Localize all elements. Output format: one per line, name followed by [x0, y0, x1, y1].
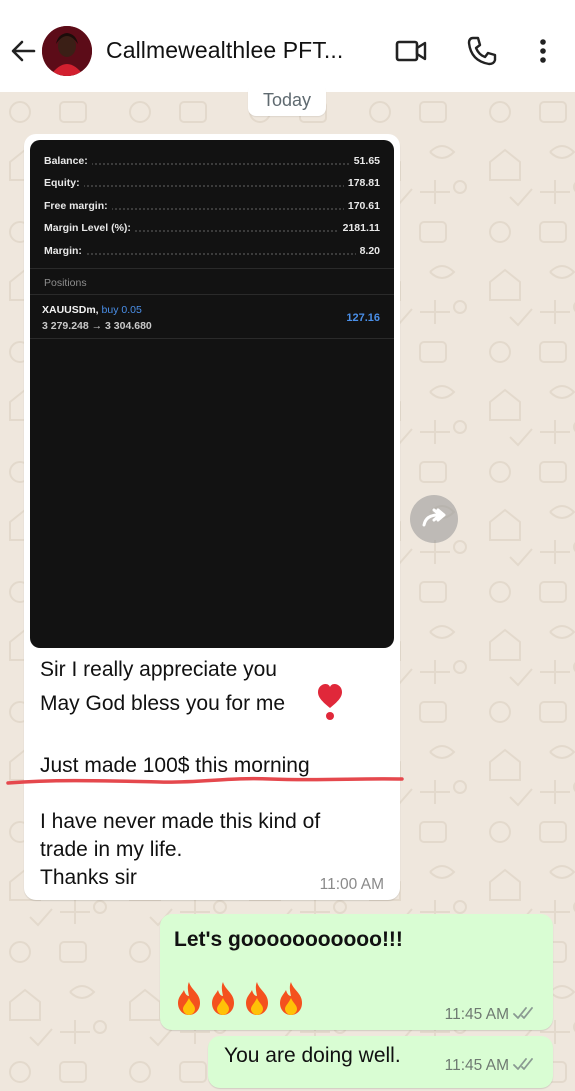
forward-button[interactable]: [410, 495, 458, 543]
position-prices: 3 279.248 → 3 304.680: [42, 320, 152, 332]
account-row-margin-level: Margin Level (%): 2181.11: [44, 222, 380, 234]
divider: [30, 294, 394, 295]
trade-screenshot-image[interactable]: Balance: 51.65 Equity: 178.81 Free margi…: [30, 140, 394, 648]
account-row-free-margin: Free margin: 170.61: [44, 200, 380, 212]
message-text: Let's gooooooooooo!!!: [174, 928, 403, 951]
account-row-margin: Margin: 8.20: [44, 245, 380, 257]
account-row-balance: Balance: 51.65: [44, 155, 380, 167]
divider: [30, 338, 394, 339]
message-timestamp: 11:45 AM: [445, 1057, 539, 1075]
account-row-equity: Equity: 178.81: [44, 177, 380, 189]
positions-heading: Positions: [44, 277, 87, 289]
fire-icon: [212, 982, 234, 1015]
date-divider: Today: [248, 84, 326, 116]
fire-icon: [178, 982, 200, 1015]
red-underline-annotation: [6, 776, 404, 785]
message-text: You are doing well.: [224, 1044, 401, 1067]
video-call-icon[interactable]: [394, 34, 428, 68]
outgoing-message[interactable]: Let's gooooooooooo!!! 11:45 AM: [160, 914, 553, 1030]
fire-emoji-row: [174, 980, 306, 1016]
fire-icon: [246, 982, 268, 1015]
arrow-back-icon[interactable]: [8, 36, 38, 66]
read-ticks-icon: [513, 1007, 533, 1019]
contact-avatar[interactable]: [42, 26, 92, 76]
message-line: Sir I really appreciate you: [40, 658, 277, 681]
read-ticks-icon: [513, 1058, 533, 1070]
outgoing-message[interactable]: You are doing well. 11:45 AM: [208, 1036, 553, 1088]
position-symbol: XAUUSDm, buy 0.05: [42, 304, 142, 316]
message-line: Thanks sir: [40, 866, 137, 889]
message-timestamp: 11:00 AM: [319, 876, 384, 893]
phone-icon[interactable]: [465, 34, 499, 68]
forward-icon: [422, 508, 446, 527]
divider: [30, 268, 394, 269]
position-profit: 127.16: [346, 312, 380, 324]
message-line: trade in my life.: [40, 838, 183, 861]
message-line: I have never made this kind of: [40, 810, 321, 833]
fire-icon: [280, 982, 302, 1015]
message-line: May God bless you for me: [40, 692, 286, 715]
position-side: buy 0.05: [101, 304, 142, 316]
heart-exclamation-icon: [318, 684, 342, 720]
more-vert-icon[interactable]: [526, 34, 560, 68]
chat-header: Callmewealthlee PFT...: [0, 0, 575, 92]
contact-name[interactable]: Callmewealthlee PFT...: [106, 37, 358, 64]
message-timestamp: 11:45 AM: [445, 1006, 539, 1024]
